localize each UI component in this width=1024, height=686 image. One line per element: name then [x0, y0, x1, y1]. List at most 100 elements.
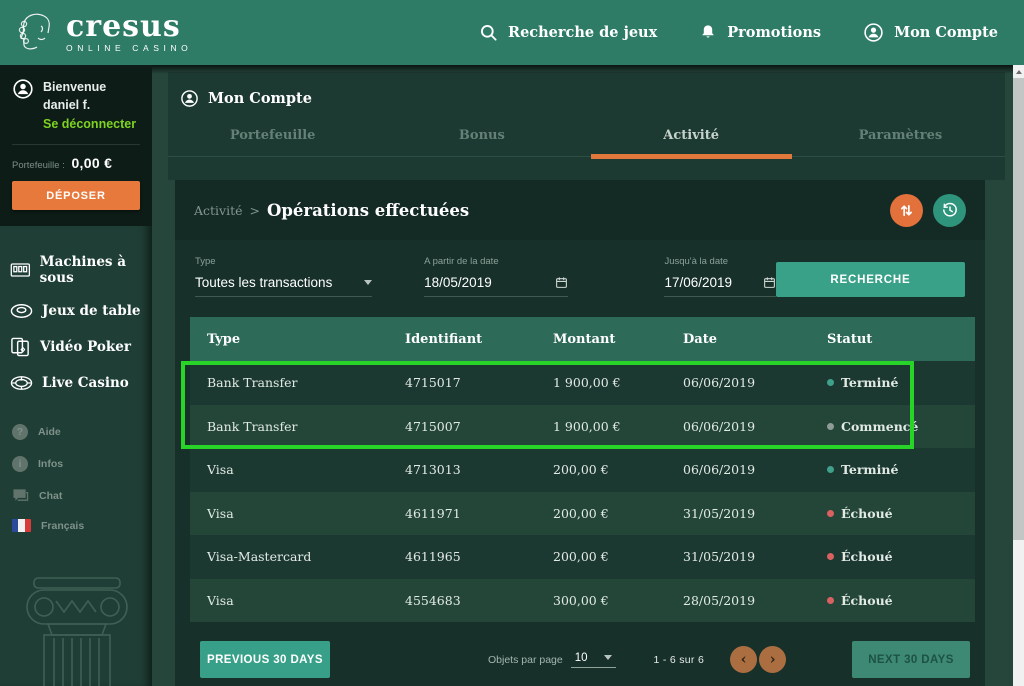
- nav-search-label: Recherche de jeux: [508, 24, 657, 41]
- cell-statut: Terminé: [827, 375, 975, 390]
- sidebar-item-live-casino[interactable]: Live Casino: [10, 366, 152, 400]
- date-from-value: 18/05/2019: [424, 275, 492, 290]
- sidebar-menu: Machines à sous Jeux de table Vidéo Poke…: [0, 226, 152, 400]
- sidebar-item-jeux-de-table[interactable]: Jeux de table: [10, 294, 152, 328]
- nav-promotions[interactable]: Promotions: [699, 23, 821, 42]
- calendar-icon[interactable]: [763, 276, 776, 289]
- header-shadow: [152, 65, 1013, 74]
- breadcrumb-row: Activité > Opérations effectuées: [175, 180, 985, 240]
- nav-search-games[interactable]: Recherche de jeux: [479, 23, 657, 42]
- cell-montant: 1 900,00 €: [553, 419, 683, 434]
- pagination-bar: PREVIOUS 30 DAYS Objets par page 10 1 - …: [175, 641, 985, 678]
- tab-activite[interactable]: Activité: [587, 128, 796, 156]
- top-nav: Recherche de jeux Promotions Mon Compte: [479, 22, 998, 43]
- cell-statut: Échoué: [827, 549, 975, 564]
- sidebar: Bienvenue daniel f. Se déconnecter Porte…: [0, 65, 152, 686]
- nav-promotions-label: Promotions: [727, 24, 821, 41]
- page: cresus ONLINE CASINO Recherche de jeux P…: [0, 0, 1024, 686]
- status-dot-icon: [827, 510, 834, 517]
- avatar-icon: [12, 78, 34, 100]
- sidebar-item-machines-a-sous[interactable]: Machines à sous: [10, 246, 152, 294]
- nav-my-account[interactable]: Mon Compte: [863, 22, 998, 43]
- table-games-icon: [10, 302, 33, 320]
- scrollbar-thumb[interactable]: [1013, 78, 1024, 540]
- cell-type: Bank Transfer: [190, 419, 405, 434]
- deposit-button[interactable]: DÉPOSER: [12, 181, 140, 210]
- sidebar-item-infos[interactable]: i Infos: [12, 448, 152, 480]
- sidebar-item-video-poker[interactable]: Vidéo Poker: [10, 328, 152, 366]
- search-button[interactable]: RECHERCHE: [776, 262, 965, 297]
- type-filter[interactable]: Type Toutes les transactions: [195, 256, 372, 297]
- previous-page-button[interactable]: ‹: [730, 646, 757, 673]
- sidebar-item-langue[interactable]: Français: [12, 511, 152, 540]
- wallet-label: Portefeuille :: [12, 160, 65, 171]
- cell-date: 06/06/2019: [683, 375, 827, 390]
- transactions-sort-button[interactable]: [890, 194, 923, 227]
- account-title-row: Mon Compte: [168, 89, 1005, 108]
- help-icon: ?: [12, 424, 28, 440]
- user-box: Bienvenue daniel f. Se déconnecter Porte…: [0, 65, 152, 226]
- table-row[interactable]: Visa 4611971 200,00 € 31/05/2019 Échoué: [190, 492, 975, 536]
- user-icon: [863, 22, 884, 43]
- per-page-control: Objets par page 10: [488, 652, 616, 668]
- breadcrumb-parent[interactable]: Activité: [194, 203, 243, 218]
- logo[interactable]: cresus ONLINE CASINO: [14, 10, 192, 56]
- bell-icon: [699, 23, 717, 42]
- previous-30-days-button[interactable]: PREVIOUS 30 DAYS: [200, 641, 330, 678]
- table-row[interactable]: Bank Transfer 4715007 1 900,00 € 06/06/2…: [190, 405, 975, 449]
- date-from-label: A partir de la date: [424, 256, 568, 267]
- cell-type: Visa-Mastercard: [190, 549, 405, 564]
- next-page-button[interactable]: ›: [759, 646, 786, 673]
- filter-bar: Type Toutes les transactions A partir de…: [175, 240, 985, 317]
- cell-identifiant: 4554683: [405, 593, 553, 608]
- logout-link[interactable]: Se déconnecter: [43, 117, 136, 131]
- chevron-down-icon: [364, 280, 372, 285]
- page-nav: ‹ ›: [730, 646, 786, 673]
- date-from-field[interactable]: A partir de la date 18/05/2019: [424, 256, 568, 297]
- table-header-row: Type Identifiant Montant Date Statut: [190, 317, 975, 361]
- column-header-date: Date: [683, 332, 827, 347]
- tab-bonus[interactable]: Bonus: [377, 128, 586, 156]
- cell-statut: Échoué: [827, 593, 975, 608]
- activity-panel: Activité > Opérations effectuées Type T: [175, 180, 985, 686]
- user-icon: [180, 89, 199, 108]
- tab-portefeuille[interactable]: Portefeuille: [168, 128, 377, 156]
- cell-date: 31/05/2019: [683, 549, 827, 564]
- date-to-value: 17/06/2019: [664, 275, 732, 290]
- cell-date: 06/06/2019: [683, 462, 827, 477]
- tab-parametres[interactable]: Paramètres: [796, 128, 1005, 156]
- date-to-field[interactable]: Jusqu'à la date 17/06/2019: [664, 256, 775, 297]
- cell-identifiant: 4611971: [405, 506, 553, 521]
- sidebar-item-label: Machines à sous: [40, 254, 152, 286]
- sidebar-secondary-menu: ? Aide i Infos Chat Français: [0, 400, 152, 540]
- cell-montant: 200,00 €: [553, 462, 683, 477]
- table-row[interactable]: Bank Transfer 4715017 1 900,00 € 06/06/2…: [190, 361, 975, 405]
- table-row[interactable]: Visa 4713013 200,00 € 06/06/2019 Terminé: [190, 448, 975, 492]
- sidebar-item-chat[interactable]: Chat: [12, 480, 152, 511]
- status-dot-icon: [827, 597, 834, 604]
- per-page-label: Objets par page: [488, 654, 563, 666]
- up-down-arrows-icon: [899, 203, 914, 218]
- column-header-type: Type: [190, 332, 405, 347]
- cell-type: Visa: [190, 462, 405, 477]
- scrollbar-up-arrow[interactable]: [1013, 65, 1024, 78]
- cell-statut: Échoué: [827, 506, 975, 521]
- next-30-days-button[interactable]: NEXT 30 DAYS: [852, 641, 970, 678]
- cell-date: 06/06/2019: [683, 419, 827, 434]
- table-row[interactable]: Visa-Mastercard 4611965 200,00 € 31/05/2…: [190, 535, 975, 579]
- wallet-balance: 0,00 €: [71, 155, 112, 171]
- table-body: Bank Transfer 4715017 1 900,00 € 06/06/2…: [190, 361, 975, 622]
- scrollbar[interactable]: [1013, 65, 1024, 686]
- table-row[interactable]: Visa 4554683 300,00 € 28/05/2019 Échoué: [190, 579, 975, 623]
- date-to-label: Jusqu'à la date: [664, 256, 775, 267]
- video-poker-icon: [10, 336, 31, 358]
- status-dot-icon: [827, 379, 834, 386]
- account-section-header: Mon Compte Portefeuille Bonus Activité P…: [168, 72, 1005, 180]
- sidebar-item-aide[interactable]: ? Aide: [12, 416, 152, 448]
- calendar-icon[interactable]: [555, 276, 568, 289]
- cell-identifiant: 4715017: [405, 375, 553, 390]
- account-title: Mon Compte: [208, 90, 312, 107]
- per-page-select[interactable]: 10: [571, 652, 616, 668]
- history-button[interactable]: [933, 194, 966, 227]
- sidebar-item-label: Live Casino: [42, 375, 129, 391]
